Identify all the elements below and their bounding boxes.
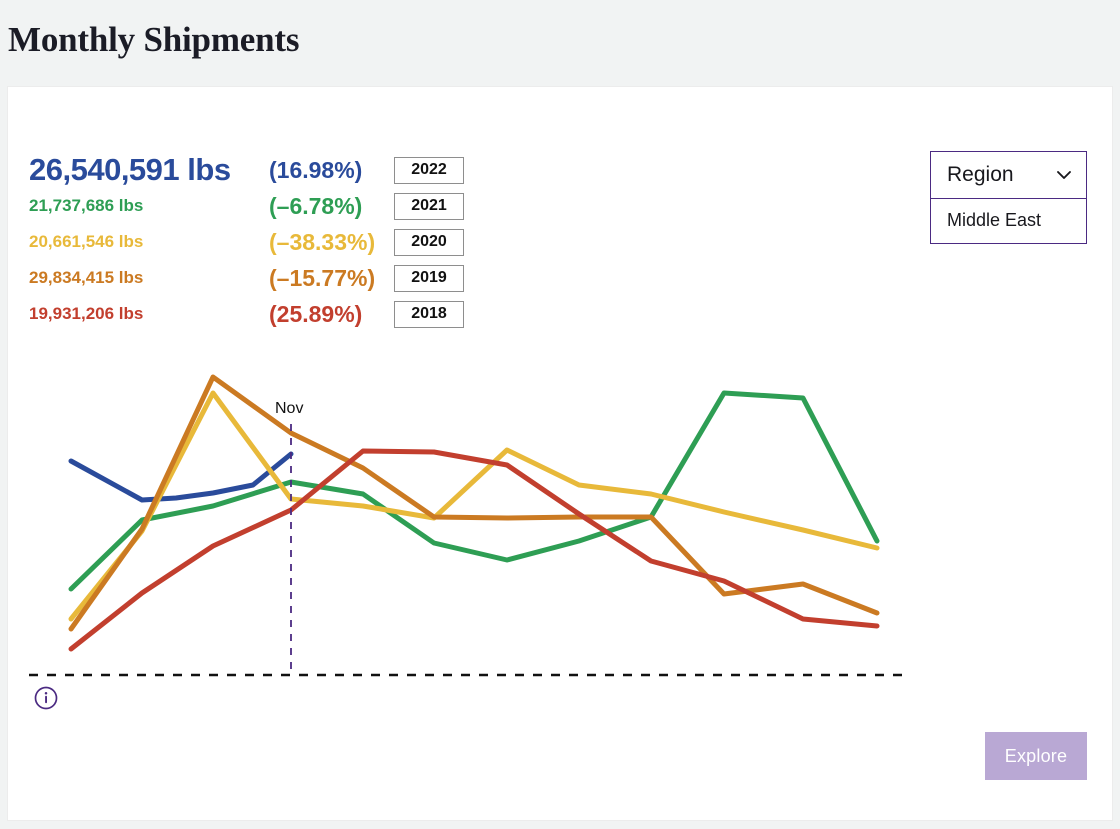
info-circle-icon[interactable] [32,684,60,712]
legend-change-percent: (–15.77%) [269,265,394,292]
legend-total-value: 26,540,591 lbs [29,152,269,188]
series-legend-stats: 26,540,591 lbs (16.98%) 2022 21,737,686 … [29,152,464,332]
nov-marker-label: Nov [275,400,303,417]
region-selected-option[interactable]: Middle East [931,199,1086,243]
page-title: Monthly Shipments [8,20,299,60]
legend-year-chip[interactable]: 2021 [394,193,464,220]
legend-change-percent: (–38.33%) [269,229,394,256]
legend-year-chip[interactable]: 2018 [394,301,464,328]
legend-row[interactable]: 21,737,686 lbs (–6.78%) 2021 [29,188,464,224]
region-filter[interactable]: Region Middle East [930,151,1087,244]
legend-year-chip[interactable]: 2019 [394,265,464,292]
legend-total-value: 21,737,686 lbs [29,196,269,216]
legend-row[interactable]: 20,661,546 lbs (–38.33%) 2020 [29,224,464,260]
region-dropdown-toggle[interactable]: Region [931,152,1086,199]
legend-change-percent: (16.98%) [269,157,394,184]
series-line-2018 [71,451,877,649]
legend-year-chip[interactable]: 2022 [394,157,464,184]
legend-row[interactable]: 29,834,415 lbs (–15.77%) 2019 [29,260,464,296]
region-dropdown-label: Region [947,163,1014,187]
series-line-2019 [71,377,877,629]
legend-row[interactable]: 19,931,206 lbs (25.89%) 2018 [29,296,464,332]
legend-change-percent: (–6.78%) [269,193,394,220]
series-line-2020 [71,393,877,619]
legend-total-value: 20,661,546 lbs [29,232,269,252]
series-line-2021 [71,393,877,589]
legend-row[interactable]: 26,540,591 lbs (16.98%) 2022 [29,152,464,188]
chevron-down-icon [1056,167,1072,183]
chart-card: 26,540,591 lbs (16.98%) 2022 21,737,686 … [7,86,1113,821]
legend-change-percent: (25.89%) [269,301,394,328]
legend-year-chip[interactable]: 2020 [394,229,464,256]
legend-total-value: 29,834,415 lbs [29,268,269,288]
legend-total-value: 19,931,206 lbs [29,304,269,324]
series-paths [71,377,877,649]
explore-button[interactable]: Explore [985,732,1087,780]
series-line-2022 [71,454,291,500]
